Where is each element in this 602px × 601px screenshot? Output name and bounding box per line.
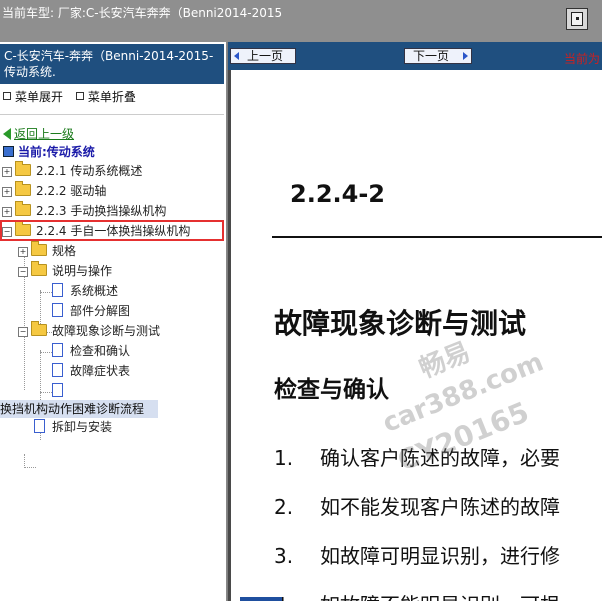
document-icon bbox=[34, 419, 45, 433]
tree-item-shift-diagnosis-flow[interactable]: 换挡机构动作困难诊断流程 bbox=[0, 400, 158, 418]
tree-item-label: 拆卸与安装 bbox=[52, 420, 113, 434]
current-location-label: 当前:传动系统 bbox=[18, 145, 95, 159]
section-rule bbox=[272, 236, 602, 238]
tree-item-system-overview[interactable]: 系统概述 bbox=[52, 282, 118, 300]
expand-toggle-icon[interactable]: + bbox=[2, 187, 12, 197]
tree-item-label: 规格 bbox=[52, 244, 77, 258]
blue-marker bbox=[240, 597, 282, 601]
divider bbox=[0, 114, 224, 115]
sidebar-header: C-长安汽车-奔奔（Benni-2014-2015- 传动系统. bbox=[0, 44, 224, 84]
document-border bbox=[228, 70, 231, 601]
tree-item-label: 说明与操作 bbox=[52, 264, 113, 278]
tree-item-removal-install[interactable]: 拆卸与安装 bbox=[34, 418, 112, 436]
menu-controls: 菜单展开 菜单折叠 bbox=[0, 88, 224, 106]
section-number: 2.2.4-2 bbox=[290, 180, 385, 208]
document-view: 2.2.4-2 故障现象诊断与测试 检查与确认 1. 确认客户陈述的故障，必要 2… bbox=[228, 70, 602, 601]
folder-icon bbox=[15, 181, 31, 196]
step-line: 3. 如故障可明显识别，进行修 bbox=[274, 544, 560, 568]
expand-toggle-icon[interactable]: + bbox=[2, 167, 12, 177]
document-icon bbox=[52, 383, 63, 397]
title-bar: 当前车型: 厂家:C-长安汽车奔奔（Benni2014-2015 bbox=[0, 0, 602, 42]
tree-item-label: 2.2.2 驱动轴 bbox=[36, 184, 107, 198]
right-arrow-icon bbox=[463, 52, 468, 60]
back-arrow-icon bbox=[3, 128, 11, 140]
document-icon bbox=[52, 303, 63, 317]
square-icon bbox=[3, 92, 11, 100]
exit-button[interactable] bbox=[566, 8, 588, 30]
open-folder-icon bbox=[31, 261, 47, 276]
tree-item-label: 2.2.3 手动换挡操纵机构 bbox=[36, 204, 167, 218]
collapse-toggle-icon[interactable]: − bbox=[18, 327, 28, 337]
folder-icon bbox=[15, 161, 31, 176]
prev-page-button[interactable]: 上一页 bbox=[230, 48, 296, 64]
tree-item-diagnosis[interactable]: − 故障现象诊断与测试 bbox=[18, 321, 161, 340]
left-arrow-icon bbox=[234, 52, 239, 60]
content-pane: 上一页 下一页 当前为 2.2.4-2 故障现象诊断与测试 检查与确认 1. 确认… bbox=[228, 42, 602, 601]
open-folder-icon bbox=[31, 321, 47, 336]
folder-icon bbox=[15, 201, 31, 216]
tree-item-label: 系统概述 bbox=[70, 284, 119, 298]
next-page-button[interactable]: 下一页 bbox=[404, 48, 472, 64]
back-link-label: 返回上一级 bbox=[14, 127, 75, 141]
tree-item-label: 2.2.1 传动系统概述 bbox=[36, 164, 143, 178]
tree-item-spec[interactable]: + 规格 bbox=[18, 241, 77, 260]
collapse-menu-button[interactable]: 菜单折叠 bbox=[73, 90, 136, 104]
document-title: 故障现象诊断与测试 bbox=[274, 307, 527, 340]
tree-item-description[interactable]: − 说明与操作 bbox=[18, 261, 113, 280]
tree-item-label: 部件分解图 bbox=[70, 304, 131, 318]
document-icon bbox=[52, 283, 63, 297]
tree-item-label: 故障现象诊断与测试 bbox=[52, 324, 161, 338]
expand-menu-label: 菜单展开 bbox=[15, 90, 64, 104]
computer-icon bbox=[3, 146, 14, 157]
sidebar: C-长安汽车-奔奔（Benni-2014-2015- 传动系统. 菜单展开 菜单… bbox=[0, 42, 227, 601]
tree-item-unnamed[interactable] bbox=[52, 382, 70, 400]
document-icon bbox=[52, 343, 63, 357]
tree-item-label: 检查和确认 bbox=[70, 344, 131, 358]
tree-item-2-2-2[interactable]: +2.2.2 驱动轴 bbox=[2, 181, 107, 200]
highlight-box bbox=[0, 220, 224, 241]
tree-item-symptom-table[interactable]: 故障症状表 bbox=[52, 362, 130, 380]
tree-item-label: 故障症状表 bbox=[70, 364, 131, 378]
tree-guide bbox=[24, 467, 36, 468]
tree-guide bbox=[24, 454, 25, 466]
tree-item-2-2-3[interactable]: +2.2.3 手动换挡操纵机构 bbox=[2, 201, 167, 220]
current-location: 当前:传动系统 bbox=[3, 143, 95, 160]
folder-icon bbox=[31, 241, 47, 256]
tree-item-exploded-view[interactable]: 部件分解图 bbox=[52, 302, 130, 320]
exit-door-icon bbox=[571, 12, 583, 26]
collapse-menu-label: 菜单折叠 bbox=[87, 90, 136, 104]
step-line: 2. 如不能发现客户陈述的故障 bbox=[274, 495, 560, 519]
tree-item-2-2-1[interactable]: +2.2.1 传动系统概述 bbox=[2, 161, 143, 180]
page-info: 当前为 bbox=[564, 52, 601, 66]
document-subtitle: 检查与确认 bbox=[274, 377, 389, 403]
expand-toggle-icon[interactable]: + bbox=[2, 207, 12, 217]
expand-toggle-icon[interactable]: + bbox=[18, 247, 28, 257]
expand-menu-button[interactable]: 菜单展开 bbox=[0, 90, 63, 104]
document-icon bbox=[52, 363, 63, 377]
page-nav-bar: 上一页 下一页 当前为 bbox=[228, 42, 602, 70]
square-icon bbox=[75, 92, 84, 100]
vehicle-title: 当前车型: 厂家:C-长安汽车奔奔（Benni2014-2015 bbox=[2, 6, 283, 20]
back-link[interactable]: 返回上一级 bbox=[3, 125, 74, 142]
step-line: 4.如故障不能明显识别，可根 bbox=[274, 589, 560, 601]
tree-item-inspection[interactable]: 检查和确认 bbox=[52, 342, 130, 360]
collapse-toggle-icon[interactable]: − bbox=[18, 267, 28, 277]
